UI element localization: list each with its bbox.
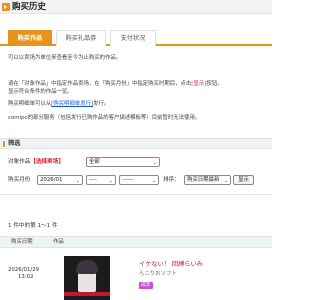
play-icon <box>2 3 10 11</box>
target-note: 【选择卖场】 <box>30 159 64 165</box>
target-select[interactable]: 全部 ⌄ <box>86 157 160 167</box>
page-header: 购买历史 <box>0 0 272 14</box>
sort-select[interactable]: 购买日期最新 ⌄ <box>184 175 231 185</box>
section-marker <box>3 141 5 147</box>
section-divider <box>0 194 272 195</box>
tab-purchased-items[interactable]: 购买作品 <box>8 30 52 46</box>
target-label: 对象作品 <box>8 159 31 165</box>
adult-badge: 成年 <box>139 282 153 289</box>
chevron-down-icon: ⌄ <box>108 178 113 184</box>
target-label-row: 对象作品【选择卖场】 <box>8 157 64 167</box>
intro-line-5: comipo的部分服务（包括发行已购作品的客户描述模板等）目前暂时无法使用。 <box>8 115 201 121</box>
day-select-value: ---- <box>89 177 97 183</box>
chevron-down-icon: ⌄ <box>152 160 157 166</box>
chevron-down-icon: ⌄ <box>223 178 228 184</box>
col-item: 作品 <box>53 239 64 245</box>
intro-display-keyword: [显示] <box>191 81 207 87</box>
sort-select-value: 购买日期最新 <box>187 177 220 183</box>
result-count: 1 件中的第 1～1 件 <box>8 223 58 229</box>
tab-bar: 购买作品 购买礼品券 支付状况 <box>0 28 272 46</box>
filter-section-title: 筛选 <box>8 140 21 147</box>
chevron-down-icon: ⌄ <box>151 178 156 184</box>
day2-select[interactable]: ------ ⌄ <box>119 175 159 185</box>
intro-line-3: 显示符合条件的作品一览。 <box>8 89 73 95</box>
item-maker[interactable]: らこりおソフト <box>139 271 177 278</box>
col-purchase-date: 购买日期 <box>11 239 33 245</box>
intro-line-2-text: 请在「对象作品」中指定作品卖场，在「购买月份」中指定购买时期后，点击 <box>8 81 192 87</box>
intro-line-4: 购买明细单可以从[购买明细单发行]发行。 <box>8 101 109 108</box>
display-button[interactable]: 显示 <box>233 175 254 185</box>
sort-label: 排序： <box>163 177 180 183</box>
thumbnail-band <box>64 292 110 296</box>
purchase-time: 13:02 <box>18 274 34 280</box>
year-month-value: 2026/01 <box>40 177 63 183</box>
day-select[interactable]: ---- ⌄ <box>86 175 116 185</box>
tab-payment-status[interactable]: 支付状况 <box>110 30 156 46</box>
intro-line-1: 可以以卖场为单位来查看至今为止购买的作品。 <box>8 55 122 61</box>
tab-gift-coupons[interactable]: 购买礼品券 <box>56 30 106 46</box>
intro-line-4-end: 发行。 <box>93 101 110 107</box>
intro-line-2-end: 按钮。 <box>206 81 223 87</box>
chevron-down-icon: ⌄ <box>75 178 80 184</box>
results-table-header: 购买日期 作品 <box>0 236 272 248</box>
item-title-link[interactable]: イケない！ 回縛らいみ <box>139 261 203 269</box>
item-thumbnail[interactable] <box>64 256 110 300</box>
page-title: 购买历史 <box>12 2 47 12</box>
filter-section-header: 筛选 <box>0 138 272 149</box>
intro-line-4-text: 购买明细单可以从 <box>8 101 52 107</box>
purchase-date: 2026/01/29 <box>8 267 40 273</box>
thumbnail-hair <box>76 260 98 274</box>
purchase-datetime: 2026/01/29 13:02 <box>8 267 39 281</box>
year-month-select[interactable]: 2026/01 ⌄ <box>37 175 83 185</box>
target-select-value: 全部 <box>89 159 100 165</box>
intro-line-2: 请在「对象作品」中指定作品卖场，在「购买月份」中指定购买时期后，点击[显示]按钮… <box>8 81 222 88</box>
month-label: 购买月份 <box>8 177 31 183</box>
day2-select-value: ------ <box>122 177 134 183</box>
issue-receipt-link[interactable]: [购买明细单发行] <box>51 101 93 107</box>
